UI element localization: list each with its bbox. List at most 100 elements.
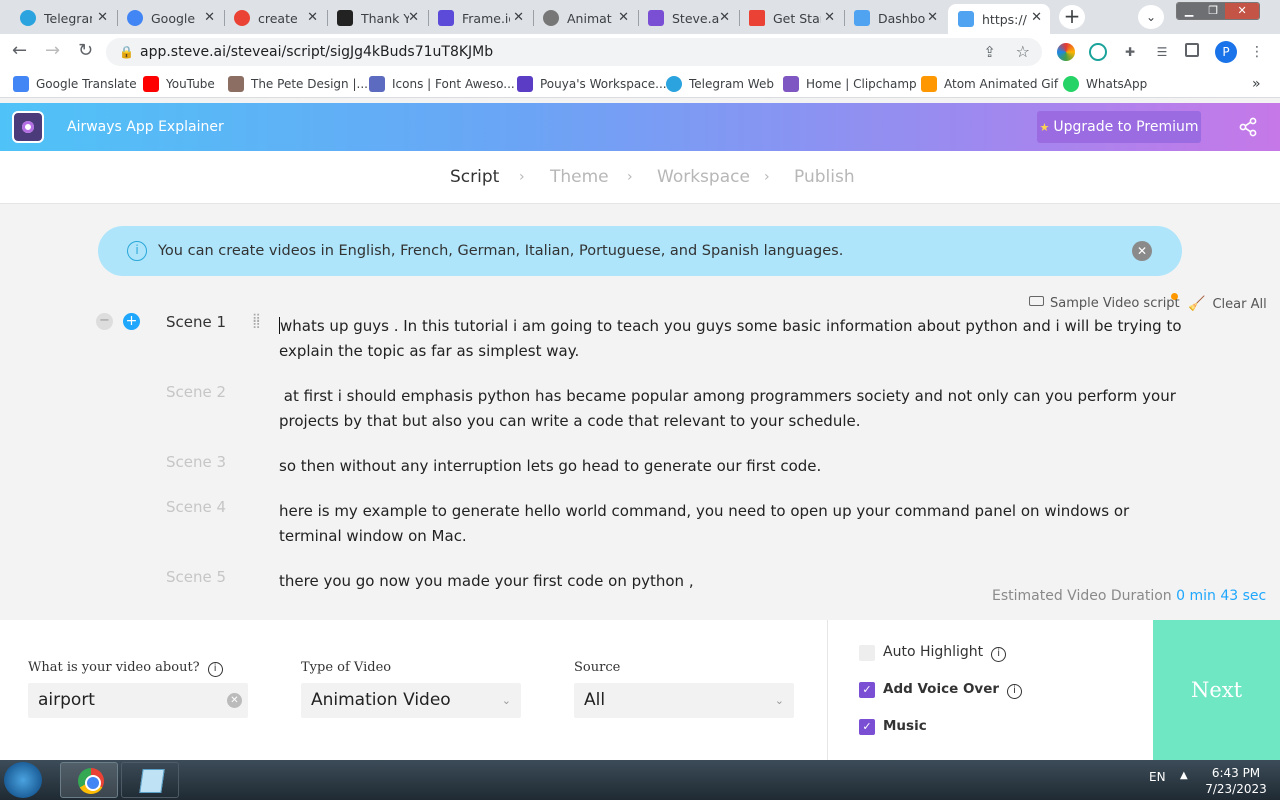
video-type-select[interactable]: Animation Video ⌄ [301,683,521,718]
extension-shield-icon[interactable] [1089,43,1107,61]
bookmark-youtube[interactable]: YouTube [143,70,215,98]
chevron-right-icon: › [764,169,770,185]
extension-color-icon[interactable] [1057,43,1075,61]
tray-arrow-icon[interactable]: ▲ [1180,770,1188,781]
media-queue-icon[interactable]: ☰ [1153,43,1171,61]
bookmark-font-awesome[interactable]: Icons | Font Aweso... [369,70,515,98]
language-indicator[interactable]: EN [1149,770,1166,784]
back-arrow-icon[interactable]: ← [12,40,27,61]
close-icon[interactable]: ✕ [719,10,730,25]
browser-menu-icon[interactable]: ⋮ [1248,43,1266,61]
close-icon[interactable]: ✕ [1031,10,1042,25]
scene-label-4[interactable]: Scene 4 [166,498,226,516]
close-icon[interactable]: ✕ [307,10,318,25]
bookmark-clipchamp[interactable]: Home | Clipchamp [783,70,917,98]
new-tab-button[interactable]: + [1059,5,1085,29]
extensions-puzzle-icon[interactable]: ✚ [1121,43,1139,61]
scene-text-1[interactable]: whats up guys . In this tutorial i am go… [279,314,1184,364]
profile-avatar[interactable]: P [1215,41,1237,63]
project-title[interactable]: Airways App Explainer [67,103,224,151]
bookmark-telegram-web[interactable]: Telegram Web [666,70,774,98]
share-page-icon[interactable]: ⇪ [983,38,996,66]
scene-label-5[interactable]: Scene 5 [166,568,226,586]
chevron-right-icon: › [627,169,633,185]
scene-text-5[interactable]: there you go now you made your first cod… [279,569,879,594]
browser-tab-dashboard[interactable]: Dashbo ✕ [844,4,946,32]
browser-tab-steve-ai[interactable]: Steve.ai ✕ [638,4,738,32]
scene-label-2[interactable]: Scene 2 [166,383,226,401]
video-topic-input[interactable]: airport ✕ [28,683,248,718]
close-icon[interactable]: ✕ [513,10,524,25]
step-publish[interactable]: Publish [794,151,855,204]
close-icon[interactable]: ✕ [618,10,629,25]
scene-text-4[interactable]: here is my example to generate hello wor… [279,499,1159,549]
scene-label-1[interactable]: Scene 1 [166,313,226,331]
browser-tab-frame[interactable]: Frame.io✕ [428,4,532,32]
close-banner-icon[interactable]: ✕ [1132,241,1152,261]
reload-icon[interactable]: ↻ [78,40,93,61]
bookmark-workspace[interactable]: Pouya's Workspace... [517,70,667,98]
step-navigation: Script › Theme › Workspace › Publish [0,151,1280,204]
scene-text-2[interactable]: at first i should emphasis python has be… [279,384,1184,434]
close-icon[interactable]: ✕ [927,10,938,25]
system-clock[interactable]: 6:43 PM 7/23/2023 [1196,765,1276,797]
close-icon[interactable]: ✕ [824,10,835,25]
share-icon[interactable] [1238,117,1258,142]
drag-handle-icon[interactable]: ⠿ ⠿ [252,313,262,331]
step-workspace[interactable]: Workspace [657,151,750,204]
window-close-button[interactable]: ✕ [1225,3,1259,19]
close-icon[interactable]: ✕ [204,10,215,25]
side-panel-icon[interactable] [1185,43,1199,57]
browser-tab-telegram[interactable]: Telegram✕ [10,4,116,32]
clear-all-button[interactable]: 🧹 Clear All [1188,296,1267,312]
bookmarks-more-icon[interactable]: » [1252,70,1261,98]
next-button[interactable]: Next [1153,620,1280,760]
whatsapp-icon [1063,76,1079,92]
steve-ai-logo-icon[interactable] [12,111,44,143]
taskbar-chrome[interactable] [60,762,118,798]
bookmark-atom-gif[interactable]: Atom Animated Gif [921,70,1058,98]
bookmark-whatsapp[interactable]: WhatsApp [1063,70,1147,98]
info-icon[interactable]: i [1007,684,1023,699]
upgrade-premium-button[interactable]: ★ Upgrade to Premium [1037,111,1201,143]
address-bar[interactable]: 🔒 app.steve.ai/steveai/script/sigJg4kBud… [106,38,1042,66]
sample-script-link[interactable]: Sample Video script [1029,293,1180,311]
source-select[interactable]: All ⌄ [574,683,794,718]
browser-tab-thank-you[interactable]: Thank You✕ [327,4,427,32]
ai-logo-icon [854,10,870,26]
forward-arrow-icon[interactable]: → [45,40,60,61]
steve-ai-icon [648,10,664,26]
star-icon: ★ [1039,121,1050,134]
bookmark-star-icon[interactable]: ☆ [1016,38,1030,66]
browser-tab-active[interactable]: https://✕ [948,4,1050,34]
minimize-button[interactable]: ▁ [1177,3,1202,19]
bookmark-pete-design[interactable]: The Pete Design |... [228,70,368,98]
browser-tab-gmail[interactable]: Get Start✕ [739,4,843,32]
scene-text-3[interactable]: so then without any interruption lets go… [279,454,1184,479]
info-icon[interactable]: i [991,647,1007,662]
close-icon[interactable]: ✕ [97,10,108,25]
voice-over-label: Add Voice Over i [883,681,1023,699]
bookmarks-bar: Google Translate YouTube The Pete Design… [0,70,1280,98]
windows-start-icon[interactable] [4,762,42,798]
bookmark-google-translate[interactable]: Google Translate [13,70,137,98]
close-icon[interactable]: ✕ [408,10,419,25]
estimated-duration: Estimated Video Duration 0 min 43 sec [992,588,1267,604]
tab-search-button[interactable]: ⌄ [1138,5,1164,29]
script-icon [1029,296,1044,306]
step-script[interactable]: Script [450,151,499,204]
restore-button[interactable]: ❐ [1201,3,1226,19]
scene-label-3[interactable]: Scene 3 [166,453,226,471]
music-checkbox[interactable]: ✓ [859,719,875,735]
remove-scene-button[interactable]: − [96,313,113,330]
taskbar-notepad[interactable] [121,762,179,798]
step-theme[interactable]: Theme [550,151,609,204]
browser-tab-create[interactable]: create ✕ [224,4,326,32]
info-icon[interactable]: i [207,662,223,677]
browser-tab-animat[interactable]: Animat ✕ [533,4,637,32]
voice-over-checkbox[interactable]: ✓ [859,682,875,698]
auto-highlight-checkbox[interactable] [859,645,875,661]
add-scene-button[interactable]: + [123,313,140,330]
browser-tab-google[interactable]: Google ✕ [117,4,223,32]
clear-input-icon[interactable]: ✕ [227,693,242,708]
